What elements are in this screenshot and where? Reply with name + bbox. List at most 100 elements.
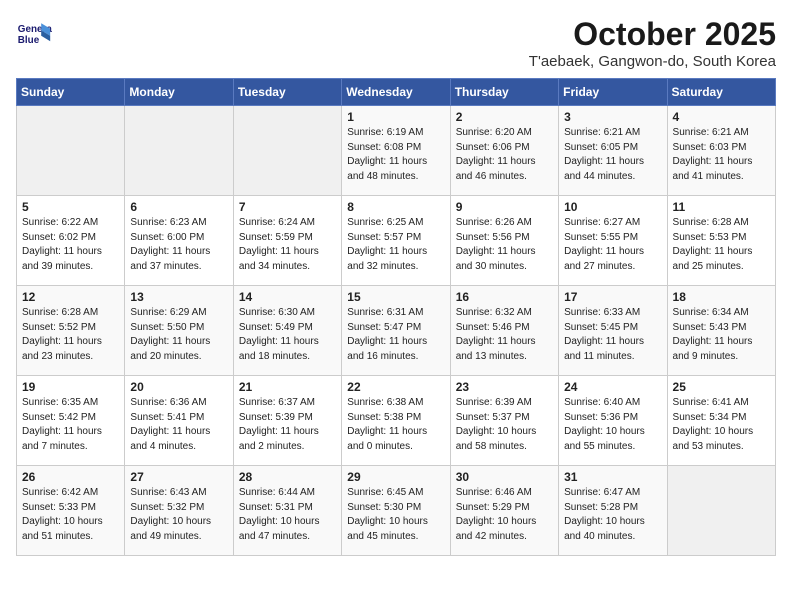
logo-icon: General Blue — [16, 16, 52, 52]
calendar-week-row: 19Sunrise: 6:35 AMSunset: 5:42 PMDayligh… — [17, 376, 776, 466]
calendar-cell: 14 Sunrise: 6:30 AMSunset: 5:49 PMDayligh… — [233, 286, 341, 376]
day-number: 27 — [130, 470, 227, 484]
calendar-cell: 13 Sunrise: 6:29 AMSunset: 5:50 PMDayligh… — [125, 286, 233, 376]
title-area: October 2025 T'aebaek, Gangwon-do, South… — [529, 16, 776, 70]
calendar-cell — [17, 106, 125, 196]
day-info: Sunrise: 6:19 AMSunset: 6:08 PMDaylight:… — [347, 126, 444, 184]
day-info: Sunrise: 6:28 AMSunset: 5:52 PMDaylight:… — [22, 306, 119, 364]
day-number: 14 — [239, 290, 336, 304]
day-info: Sunrise: 6:32 AMSunset: 5:46 PMDaylight:… — [456, 306, 553, 364]
day-number: 7 — [239, 200, 336, 214]
calendar-cell: 6 Sunrise: 6:23 AMSunset: 6:00 PMDaylight… — [125, 196, 233, 286]
day-info: Sunrise: 6:23 AMSunset: 6:00 PMDaylight:… — [130, 216, 227, 274]
calendar-week-row: 1Sunrise: 6:19 AMSunset: 6:08 PMDaylight… — [17, 106, 776, 196]
day-info: Sunrise: 6:46 AMSunset: 5:29 PMDaylight:… — [456, 486, 553, 544]
calendar-cell: 27 Sunrise: 6:43 AMSunset: 5:32 PMDayligh… — [125, 466, 233, 556]
day-number: 4 — [673, 110, 770, 124]
column-header-sunday: Sunday — [17, 79, 125, 106]
calendar-cell: 10 Sunrise: 6:27 AMSunset: 5:55 PMDayligh… — [559, 196, 667, 286]
day-number: 11 — [673, 200, 770, 214]
calendar-cell — [233, 106, 341, 196]
day-number: 12 — [22, 290, 119, 304]
calendar-cell: 16 Sunrise: 6:32 AMSunset: 5:46 PMDayligh… — [450, 286, 558, 376]
calendar-cell: 17 Sunrise: 6:33 AMSunset: 5:45 PMDayligh… — [559, 286, 667, 376]
day-info: Sunrise: 6:44 AMSunset: 5:31 PMDaylight:… — [239, 486, 336, 544]
day-number: 20 — [130, 380, 227, 394]
calendar-cell: 29 Sunrise: 6:45 AMSunset: 5:30 PMDayligh… — [342, 466, 450, 556]
day-number: 26 — [22, 470, 119, 484]
calendar-week-row: 26 Sunrise: 6:42 AMSunset: 5:33 PMDayligh… — [17, 466, 776, 556]
day-number: 13 — [130, 290, 227, 304]
calendar-week-row: 5Sunrise: 6:22 AMSunset: 6:02 PMDaylight… — [17, 196, 776, 286]
day-info: Sunrise: 6:28 AMSunset: 5:53 PMDaylight:… — [673, 216, 770, 274]
day-number: 21 — [239, 380, 336, 394]
calendar-cell: 25Sunrise: 6:41 AMSunset: 5:34 PMDayligh… — [667, 376, 775, 466]
calendar-cell: 9 Sunrise: 6:26 AMSunset: 5:56 PMDaylight… — [450, 196, 558, 286]
calendar-cell: 24 Sunrise: 6:40 AMSunset: 5:36 PMDayligh… — [559, 376, 667, 466]
day-info: Sunrise: 6:24 AMSunset: 5:59 PMDaylight:… — [239, 216, 336, 274]
calendar-cell: 4Sunrise: 6:21 AMSunset: 6:03 PMDaylight… — [667, 106, 775, 196]
calendar-cell — [125, 106, 233, 196]
day-number: 6 — [130, 200, 227, 214]
day-info: Sunrise: 6:26 AMSunset: 5:56 PMDaylight:… — [456, 216, 553, 274]
day-info: Sunrise: 6:42 AMSunset: 5:33 PMDaylight:… — [22, 486, 119, 544]
day-info: Sunrise: 6:40 AMSunset: 5:36 PMDaylight:… — [564, 396, 661, 454]
day-info: Sunrise: 6:36 AMSunset: 5:41 PMDaylight:… — [130, 396, 227, 454]
day-number: 8 — [347, 200, 444, 214]
day-info: Sunrise: 6:39 AMSunset: 5:37 PMDaylight:… — [456, 396, 553, 454]
column-header-friday: Friday — [559, 79, 667, 106]
calendar-table: SundayMondayTuesdayWednesdayThursdayFrid… — [16, 78, 776, 556]
day-number: 23 — [456, 380, 553, 394]
day-number: 2 — [456, 110, 553, 124]
day-info: Sunrise: 6:30 AMSunset: 5:49 PMDaylight:… — [239, 306, 336, 364]
day-info: Sunrise: 6:20 AMSunset: 6:06 PMDaylight:… — [456, 126, 553, 184]
page-title: October 2025 — [529, 16, 776, 53]
calendar-cell: 23 Sunrise: 6:39 AMSunset: 5:37 PMDayligh… — [450, 376, 558, 466]
day-number: 9 — [456, 200, 553, 214]
calendar-cell: 18 Sunrise: 6:34 AMSunset: 5:43 PMDayligh… — [667, 286, 775, 376]
day-info: Sunrise: 6:37 AMSunset: 5:39 PMDaylight:… — [239, 396, 336, 454]
day-number: 5 — [22, 200, 119, 214]
day-number: 18 — [673, 290, 770, 304]
day-number: 30 — [456, 470, 553, 484]
day-info: Sunrise: 6:21 AMSunset: 6:05 PMDaylight:… — [564, 126, 661, 184]
calendar-cell: 11 Sunrise: 6:28 AMSunset: 5:53 PMDayligh… — [667, 196, 775, 286]
calendar-cell: 26 Sunrise: 6:42 AMSunset: 5:33 PMDayligh… — [17, 466, 125, 556]
column-header-saturday: Saturday — [667, 79, 775, 106]
day-info: Sunrise: 6:34 AMSunset: 5:43 PMDaylight:… — [673, 306, 770, 364]
calendar-cell: 1Sunrise: 6:19 AMSunset: 6:08 PMDaylight… — [342, 106, 450, 196]
calendar-cell: 20 Sunrise: 6:36 AMSunset: 5:41 PMDayligh… — [125, 376, 233, 466]
svg-text:Blue: Blue — [18, 35, 40, 46]
day-number: 28 — [239, 470, 336, 484]
day-number: 17 — [564, 290, 661, 304]
day-info: Sunrise: 6:27 AMSunset: 5:55 PMDaylight:… — [564, 216, 661, 274]
calendar-cell: 21 Sunrise: 6:37 AMSunset: 5:39 PMDayligh… — [233, 376, 341, 466]
calendar-cell: 5Sunrise: 6:22 AMSunset: 6:02 PMDaylight… — [17, 196, 125, 286]
day-number: 22 — [347, 380, 444, 394]
day-number: 29 — [347, 470, 444, 484]
day-info: Sunrise: 6:25 AMSunset: 5:57 PMDaylight:… — [347, 216, 444, 274]
day-number: 16 — [456, 290, 553, 304]
calendar-week-row: 12 Sunrise: 6:28 AMSunset: 5:52 PMDayligh… — [17, 286, 776, 376]
calendar-cell: 28 Sunrise: 6:44 AMSunset: 5:31 PMDayligh… — [233, 466, 341, 556]
day-number: 15 — [347, 290, 444, 304]
day-info: Sunrise: 6:45 AMSunset: 5:30 PMDaylight:… — [347, 486, 444, 544]
day-number: 10 — [564, 200, 661, 214]
day-number: 3 — [564, 110, 661, 124]
day-info: Sunrise: 6:43 AMSunset: 5:32 PMDaylight:… — [130, 486, 227, 544]
day-info: Sunrise: 6:47 AMSunset: 5:28 PMDaylight:… — [564, 486, 661, 544]
calendar-cell: 8 Sunrise: 6:25 AMSunset: 5:57 PMDaylight… — [342, 196, 450, 286]
calendar-cell: 31 Sunrise: 6:47 AMSunset: 5:28 PMDayligh… — [559, 466, 667, 556]
day-info: Sunrise: 6:29 AMSunset: 5:50 PMDaylight:… — [130, 306, 227, 364]
column-header-thursday: Thursday — [450, 79, 558, 106]
calendar-cell: 30 Sunrise: 6:46 AMSunset: 5:29 PMDayligh… — [450, 466, 558, 556]
logo: General Blue — [16, 16, 52, 52]
day-number: 25 — [673, 380, 770, 394]
day-info: Sunrise: 6:38 AMSunset: 5:38 PMDaylight:… — [347, 396, 444, 454]
calendar-cell — [667, 466, 775, 556]
column-header-wednesday: Wednesday — [342, 79, 450, 106]
day-number: 24 — [564, 380, 661, 394]
day-number: 31 — [564, 470, 661, 484]
calendar-cell: 12 Sunrise: 6:28 AMSunset: 5:52 PMDayligh… — [17, 286, 125, 376]
day-info: Sunrise: 6:33 AMSunset: 5:45 PMDaylight:… — [564, 306, 661, 364]
